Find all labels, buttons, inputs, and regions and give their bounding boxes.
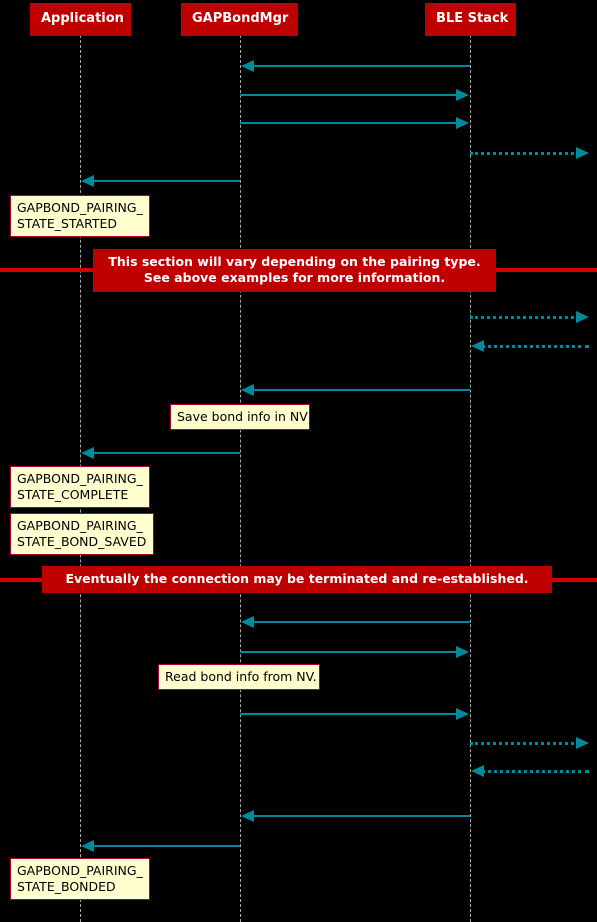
message-m4: [470, 152, 579, 155]
message-m9: [91, 452, 240, 454]
note-text: GAPBOND_PAIRING_ STATE_STARTED: [17, 200, 143, 231]
divider-text: Eventually the connection may be termina…: [65, 571, 529, 586]
participant-app[interactable]: Application: [30, 3, 131, 36]
note-n6: GAPBOND_PAIRING_ STATE_BONDED: [10, 858, 150, 900]
message-m5: [91, 180, 240, 182]
note-n5: Read bond info from NV.: [158, 664, 320, 690]
message-m11: [240, 651, 459, 653]
message-m10: [251, 621, 470, 623]
arrowhead-m4: [576, 147, 589, 159]
message-m8: [251, 389, 470, 391]
arrowhead-m2: [456, 89, 469, 101]
note-text: Read bond info from NV.: [165, 669, 317, 684]
message-m3: [240, 122, 459, 124]
message-m6: [470, 316, 579, 319]
participant-label: BLE Stack: [436, 11, 509, 26]
message-m15: [251, 815, 470, 817]
arrowhead-m15: [241, 810, 254, 822]
arrowhead-m1: [241, 60, 254, 72]
divider-text: This section will vary depending on the …: [108, 254, 481, 285]
divider-d1: This section will vary depending on the …: [93, 249, 496, 292]
note-n2: Save bond info in NV: [170, 404, 310, 430]
note-text: GAPBOND_PAIRING_ STATE_COMPLETE: [17, 471, 143, 502]
arrowhead-m5: [81, 175, 94, 187]
arrowhead-m7: [471, 340, 484, 352]
sequence-diagram-canvas: Application GAPBondMgr BLE Stack GAPBOND_PA…: [0, 0, 597, 922]
arrowhead-m8: [241, 384, 254, 396]
message-m14: [481, 770, 589, 773]
message-m16: [91, 845, 240, 847]
message-m1: [251, 65, 470, 67]
note-text: GAPBOND_PAIRING_ STATE_BOND_SAVED: [17, 518, 147, 549]
note-text: GAPBOND_PAIRING_ STATE_BONDED: [17, 863, 143, 894]
arrowhead-m3: [456, 117, 469, 129]
message-m12: [240, 713, 459, 715]
participant-ble[interactable]: BLE Stack: [425, 3, 516, 36]
participant-label: GAPBondMgr: [192, 11, 289, 26]
lifeline-ble: [470, 35, 471, 922]
arrowhead-m12: [456, 708, 469, 720]
note-n4: GAPBOND_PAIRING_ STATE_BOND_SAVED: [10, 513, 154, 555]
message-m13: [470, 742, 579, 745]
arrowhead-m16: [81, 840, 94, 852]
note-text: Save bond info in NV: [177, 409, 308, 424]
participant-label: Application: [41, 11, 124, 26]
message-m7: [481, 345, 589, 348]
arrowhead-m13: [576, 737, 589, 749]
message-m2: [240, 94, 459, 96]
arrowhead-m6: [576, 311, 589, 323]
note-n3: GAPBOND_PAIRING_ STATE_COMPLETE: [10, 466, 150, 508]
lifeline-gbm: [240, 35, 241, 922]
arrowhead-m11: [456, 646, 469, 658]
participant-gbm[interactable]: GAPBondMgr: [181, 3, 298, 36]
arrowhead-m9: [81, 447, 94, 459]
arrowhead-m14: [471, 765, 484, 777]
arrowhead-m10: [241, 616, 254, 628]
note-n1: GAPBOND_PAIRING_ STATE_STARTED: [10, 195, 150, 237]
divider-d2: Eventually the connection may be termina…: [42, 566, 552, 593]
